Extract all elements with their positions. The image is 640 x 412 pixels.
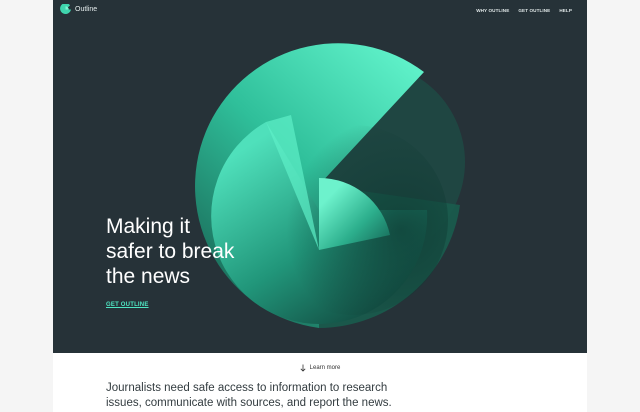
nav-why-outline[interactable]: WHY OUTLINE xyxy=(476,8,509,14)
get-outline-link[interactable]: GET OUTLINE xyxy=(106,302,149,308)
hero-illustration xyxy=(195,43,465,328)
brand[interactable]: Outline xyxy=(60,4,97,15)
outline-logo-icon xyxy=(60,4,71,15)
hero-section: Outline WHY OUTLINE GET OUTLINE HELP Mak… xyxy=(53,0,587,353)
learn-more-link[interactable]: Learn more xyxy=(53,362,587,374)
intro-paragraph: Journalists need safe access to informat… xyxy=(106,381,546,411)
intro-line: issues, communicate with sources, and re… xyxy=(106,397,392,409)
hero-headline-line: the news xyxy=(106,265,191,288)
learn-more-label: Learn more xyxy=(309,365,341,371)
arrow-down-icon xyxy=(300,364,306,372)
hero-headline-line: safer to break xyxy=(106,240,235,263)
hero-headline: Making it safer to break the news xyxy=(106,214,326,289)
main-nav: WHY OUTLINE GET OUTLINE HELP xyxy=(476,8,572,14)
nav-help[interactable]: HELP xyxy=(559,8,572,14)
page: Outline WHY OUTLINE GET OUTLINE HELP Mak… xyxy=(53,0,587,412)
intro-line: Journalists need safe access to informat… xyxy=(106,382,388,394)
brand-name: Outline xyxy=(75,6,98,13)
nav-get-outline[interactable]: GET OUTLINE xyxy=(518,8,550,14)
top-navigation-bar: Outline WHY OUTLINE GET OUTLINE HELP xyxy=(53,0,587,24)
hero-headline-line: Making it xyxy=(106,215,191,238)
